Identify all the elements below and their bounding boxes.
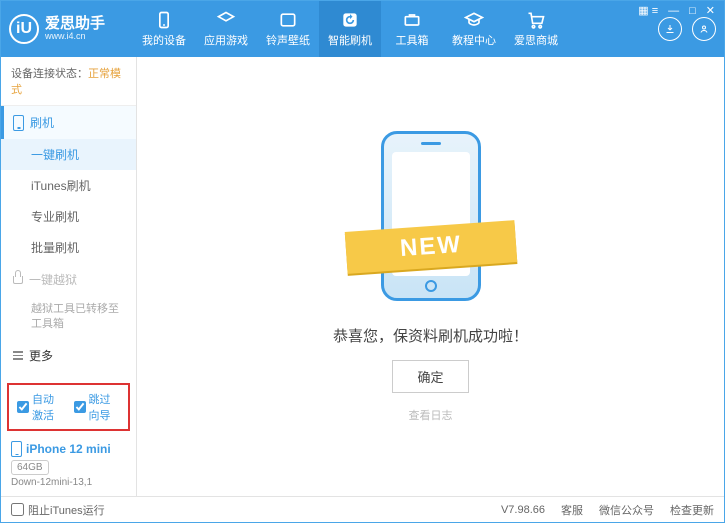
pin-icon[interactable]: ▦ ≡ bbox=[638, 4, 658, 17]
app-window: ▦ ≡ — □ ✕ iU 爱思助手 www.i4.cn 我的设备 应用游戏 铃声… bbox=[0, 0, 725, 523]
header: iU 爱思助手 www.i4.cn 我的设备 应用游戏 铃声壁纸 智能刷机 bbox=[1, 1, 724, 57]
device-storage-badge: 64GB bbox=[11, 460, 49, 475]
block-itunes-checkbox[interactable]: 阻止iTunes运行 bbox=[11, 502, 105, 518]
maximize-button[interactable]: □ bbox=[689, 5, 696, 17]
skip-guide-checkbox[interactable]: 跳过向导 bbox=[74, 391, 121, 423]
sidebar-item-oneclick-flash[interactable]: 一键刷机 bbox=[1, 139, 136, 170]
tab-label: 铃声壁纸 bbox=[266, 32, 310, 48]
toolbox-icon bbox=[402, 10, 422, 30]
check-update-link[interactable]: 检查更新 bbox=[670, 502, 714, 518]
close-button[interactable]: ✕ bbox=[706, 4, 715, 17]
tab-label: 我的设备 bbox=[142, 32, 186, 48]
cart-icon bbox=[526, 10, 546, 30]
device-subtitle: Down-12mini-13,1 bbox=[11, 477, 126, 488]
options-row: 自动激活 跳过向导 bbox=[7, 383, 130, 431]
sidebar-item-other-tools[interactable]: 其他工具 bbox=[1, 372, 136, 379]
account-button[interactable] bbox=[692, 17, 716, 41]
graduation-icon bbox=[464, 10, 484, 30]
tab-label: 爱思商城 bbox=[514, 32, 558, 48]
tab-toolbox[interactable]: 工具箱 bbox=[381, 1, 443, 57]
tab-ringtones[interactable]: 铃声壁纸 bbox=[257, 1, 319, 57]
section-flash[interactable]: 刷机 bbox=[1, 106, 136, 139]
sidebar-item-pro-flash[interactable]: 专业刷机 bbox=[1, 201, 136, 232]
version-label: V7.98.66 bbox=[501, 504, 545, 516]
tab-label: 智能刷机 bbox=[328, 32, 372, 48]
view-log-link[interactable]: 查看日志 bbox=[409, 407, 453, 423]
ok-button[interactable]: 确定 bbox=[392, 360, 468, 393]
minimize-button[interactable]: — bbox=[668, 5, 679, 17]
tab-label: 教程中心 bbox=[452, 32, 496, 48]
download-button[interactable] bbox=[658, 17, 682, 41]
wallpaper-icon bbox=[278, 10, 298, 30]
section-label: 刷机 bbox=[30, 114, 54, 131]
menu-icon bbox=[13, 351, 23, 360]
device-block[interactable]: iPhone 12 mini 64GB Down-12mini-13,1 bbox=[1, 435, 136, 496]
footer: 阻止iTunes运行 V7.98.66 客服 微信公众号 检查更新 bbox=[1, 496, 724, 522]
auto-activate-checkbox[interactable]: 自动激活 bbox=[17, 391, 64, 423]
tab-store[interactable]: 爱思商城 bbox=[505, 1, 567, 57]
section-label: 更多 bbox=[29, 347, 53, 364]
customer-service-link[interactable]: 客服 bbox=[561, 502, 583, 518]
refresh-icon bbox=[340, 10, 360, 30]
checkbox-label: 阻止iTunes运行 bbox=[28, 502, 105, 518]
jailbreak-note: 越狱工具已转移至工具箱 bbox=[1, 296, 136, 339]
tab-label: 应用游戏 bbox=[204, 32, 248, 48]
device-name-text: iPhone 12 mini bbox=[26, 442, 111, 456]
download-icon bbox=[664, 23, 676, 35]
phone-icon bbox=[154, 10, 174, 30]
app-url: www.i4.cn bbox=[45, 32, 105, 42]
apps-icon bbox=[216, 10, 236, 30]
tab-tutorials[interactable]: 教程中心 bbox=[443, 1, 505, 57]
sidebar-scroll: 刷机 一键刷机 iTunes刷机 专业刷机 批量刷机 一键越狱 越狱工具已转移至… bbox=[1, 106, 136, 379]
section-label: 一键越狱 bbox=[29, 271, 77, 288]
logo[interactable]: iU 爱思助手 www.i4.cn bbox=[9, 14, 133, 44]
sidebar-item-itunes-flash[interactable]: iTunes刷机 bbox=[1, 170, 136, 201]
tab-smart-flash[interactable]: 智能刷机 bbox=[319, 1, 381, 57]
checkbox-label: 自动激活 bbox=[32, 391, 64, 423]
sidebar: 设备连接状态：正常模式 刷机 一键刷机 iTunes刷机 专业刷机 批量刷机 一… bbox=[1, 57, 137, 496]
phone-illustration: NEW bbox=[356, 131, 506, 311]
checkbox-label: 跳过向导 bbox=[89, 391, 121, 423]
user-icon bbox=[698, 23, 710, 35]
section-jailbreak: 一键越狱 bbox=[1, 263, 136, 296]
phone-icon bbox=[13, 115, 24, 131]
header-right bbox=[658, 17, 716, 41]
connection-status: 设备连接状态：正常模式 bbox=[1, 57, 136, 106]
logo-icon: iU bbox=[9, 14, 39, 44]
nav-tabs: 我的设备 应用游戏 铃声壁纸 智能刷机 工具箱 教程中心 bbox=[133, 1, 567, 57]
device-name: iPhone 12 mini bbox=[11, 441, 126, 457]
tab-my-device[interactable]: 我的设备 bbox=[133, 1, 195, 57]
sidebar-item-batch-flash[interactable]: 批量刷机 bbox=[1, 232, 136, 263]
lock-icon bbox=[13, 276, 23, 284]
app-title: 爱思助手 bbox=[45, 16, 105, 33]
section-more[interactable]: 更多 bbox=[1, 339, 136, 372]
success-message: 恭喜您，保资料刷机成功啦！ bbox=[333, 325, 528, 346]
tab-apps-games[interactable]: 应用游戏 bbox=[195, 1, 257, 57]
wechat-link[interactable]: 微信公众号 bbox=[599, 502, 654, 518]
main-content: NEW 恭喜您，保资料刷机成功啦！ 确定 查看日志 bbox=[137, 57, 724, 496]
status-label: 设备连接状态： bbox=[11, 68, 88, 80]
new-banner: NEW bbox=[344, 220, 517, 274]
body: 设备连接状态：正常模式 刷机 一键刷机 iTunes刷机 专业刷机 批量刷机 一… bbox=[1, 57, 724, 496]
tab-label: 工具箱 bbox=[396, 32, 429, 48]
phone-body bbox=[381, 131, 481, 301]
phone-icon bbox=[11, 441, 22, 457]
window-controls: ▦ ≡ — □ ✕ bbox=[638, 4, 715, 17]
